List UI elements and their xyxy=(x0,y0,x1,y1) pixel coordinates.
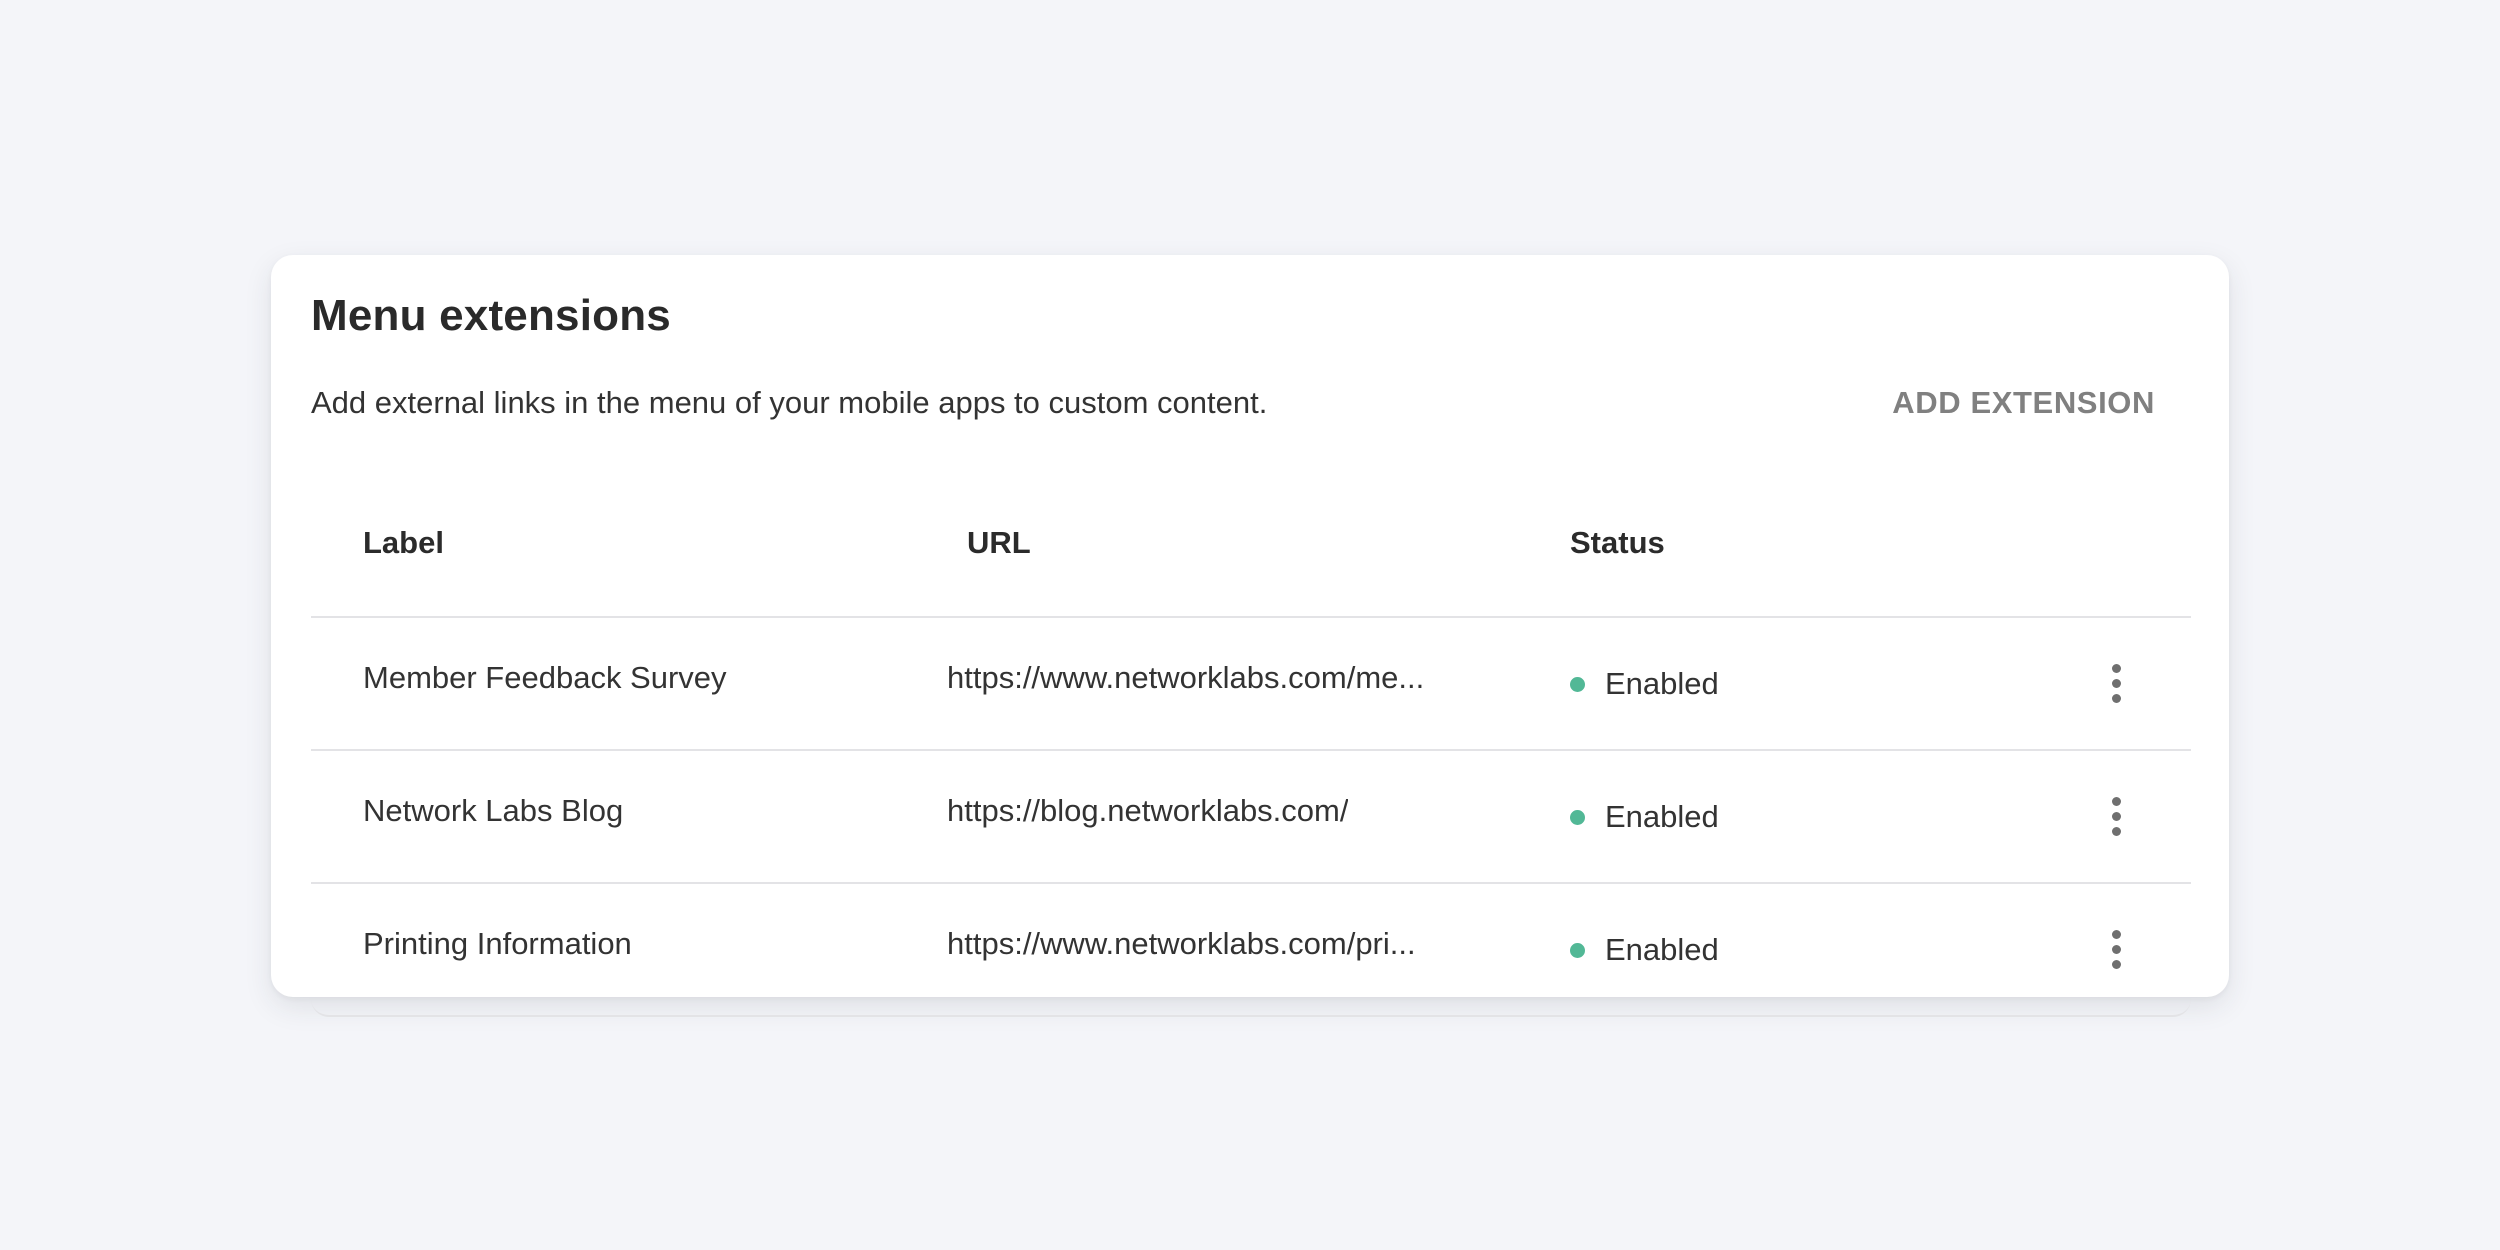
row-label: Network Labs Blog xyxy=(363,793,624,828)
status-text: Enabled xyxy=(1605,799,1719,834)
table-row[interactable]: Printing Information https://www.network… xyxy=(311,884,2191,1017)
more-vertical-icon[interactable] xyxy=(2091,791,2141,841)
card-description: Add external links in the menu of your m… xyxy=(311,385,1268,420)
status-enabled-dot-icon xyxy=(1570,942,1585,958)
card-title: Menu extensions xyxy=(311,291,671,340)
table-header: Label URL Status xyxy=(311,473,2191,618)
status-text: Enabled xyxy=(1605,666,1719,701)
extensions-table: Label URL Status Member Feedback Survey … xyxy=(311,473,2191,1017)
row-status: Enabled xyxy=(1570,932,1719,968)
row-label: Printing Information xyxy=(363,926,632,961)
status-enabled-dot-icon xyxy=(1570,809,1585,825)
status-text: Enabled xyxy=(1605,932,1719,967)
status-enabled-dot-icon xyxy=(1570,676,1585,692)
column-header-status: Status xyxy=(1570,525,1665,560)
column-header-url: URL xyxy=(967,525,1031,560)
add-extension-button[interactable]: ADD EXTENSION xyxy=(1892,381,2155,425)
more-vertical-icon[interactable] xyxy=(2091,924,2141,974)
row-status: Enabled xyxy=(1570,666,1719,702)
row-url: https://www.networklabs.com/pri... xyxy=(947,926,1416,961)
row-url: https://www.networklabs.com/me... xyxy=(947,660,1425,695)
table-row[interactable]: Member Feedback Survey https://www.netwo… xyxy=(311,618,2191,751)
table-row[interactable]: Network Labs Blog https://blog.networkla… xyxy=(311,751,2191,884)
menu-extensions-card: Menu extensions Add external links in th… xyxy=(271,255,2229,1017)
more-vertical-icon[interactable] xyxy=(2091,658,2141,708)
row-status: Enabled xyxy=(1570,799,1719,835)
row-label: Member Feedback Survey xyxy=(363,660,727,695)
row-url: https://blog.networklabs.com/ xyxy=(947,793,1349,828)
column-header-label: Label xyxy=(363,525,444,560)
